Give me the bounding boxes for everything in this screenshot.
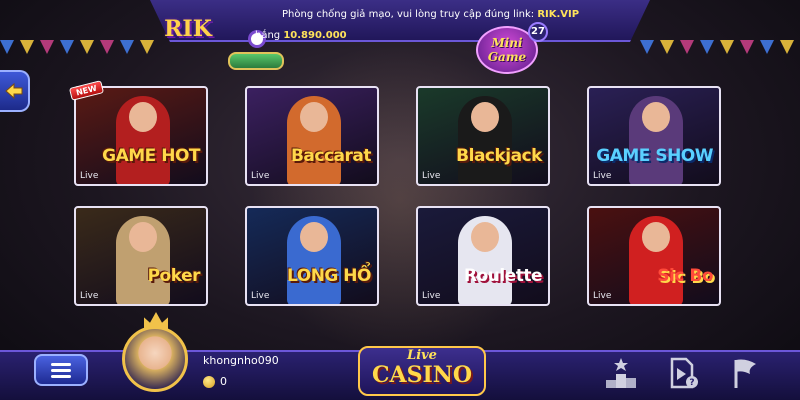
casino-live-label: Live bbox=[407, 348, 437, 363]
game-tile-roulette[interactable]: Roulette Live bbox=[416, 206, 550, 306]
notice-text: Phòng chống giả mạo, vui lòng truy cập đ… bbox=[282, 9, 538, 20]
history-button[interactable]: ? bbox=[666, 356, 700, 390]
avatar[interactable] bbox=[122, 326, 188, 392]
balance-value: 0 bbox=[220, 375, 227, 388]
dealer-image bbox=[629, 96, 683, 184]
svg-text:?: ? bbox=[689, 378, 694, 388]
game-name: Sic Bo bbox=[657, 266, 713, 286]
game-name: Blackjack bbox=[456, 146, 542, 166]
dealer-image bbox=[116, 216, 170, 304]
live-label: Live bbox=[593, 291, 612, 301]
live-label: Live bbox=[80, 291, 99, 301]
game-tile-baccarat[interactable]: Baccarat Live bbox=[245, 86, 379, 186]
back-arrow-icon bbox=[5, 82, 23, 100]
leaderboard-icon bbox=[606, 358, 636, 388]
anti-fake-notice: Phòng chống giả mạo, vui lòng truy cập đ… bbox=[282, 9, 579, 20]
mini-game-label-1: Mini bbox=[491, 36, 523, 50]
logo-badge bbox=[228, 52, 284, 70]
dealer-image bbox=[116, 96, 170, 184]
dealer-image bbox=[287, 96, 341, 184]
leaderboard-button[interactable] bbox=[604, 356, 638, 390]
dealer-image bbox=[458, 96, 512, 184]
casino-title: CASINO bbox=[371, 362, 473, 388]
logo-text: RIK bbox=[164, 16, 212, 42]
game-tile-game-show[interactable]: GAME SHOW Live bbox=[587, 86, 721, 186]
game-tile-poker[interactable]: Poker Live bbox=[74, 206, 208, 306]
username: khongnho090 bbox=[203, 354, 279, 367]
live-label: Live bbox=[251, 171, 270, 181]
live-label: Live bbox=[593, 171, 612, 181]
game-tile-long-ho[interactable]: LONG HỔ Live bbox=[245, 206, 379, 306]
jackpot-label: hắng bbox=[255, 30, 281, 41]
live-casino-badge: Live CASINO bbox=[358, 346, 486, 396]
game-name: Poker bbox=[147, 266, 201, 286]
notice-link[interactable]: RIK.VIP bbox=[537, 9, 579, 20]
menu-icon bbox=[51, 363, 71, 366]
live-label: Live bbox=[80, 171, 99, 181]
guide-button[interactable] bbox=[728, 356, 762, 390]
dragon-tiger-image bbox=[287, 216, 341, 304]
top-bar bbox=[150, 0, 650, 42]
bunting-left bbox=[0, 40, 154, 56]
game-name: GAME HOT bbox=[102, 146, 200, 166]
game-name: GAME SHOW bbox=[596, 146, 713, 166]
rik-logo[interactable]: RIK bbox=[158, 6, 218, 64]
game-tile-game-hot[interactable]: GAME HOT Live bbox=[74, 86, 208, 186]
jackpot-value: 10.890.000 bbox=[283, 30, 347, 41]
game-tile-blackjack[interactable]: Blackjack Live bbox=[416, 86, 550, 186]
guide-icon bbox=[734, 359, 756, 388]
live-label: Live bbox=[422, 291, 441, 301]
mini-game-label-2: Game bbox=[487, 50, 527, 64]
game-tile-sic-bo[interactable]: Sic Bo Live bbox=[587, 206, 721, 306]
game-name: Roulette bbox=[463, 266, 543, 286]
bunting-right bbox=[640, 40, 794, 56]
game-name: Baccarat bbox=[290, 146, 372, 166]
back-button[interactable] bbox=[0, 70, 30, 112]
menu-button[interactable] bbox=[34, 354, 88, 386]
history-icon: ? bbox=[670, 357, 698, 389]
live-label: Live bbox=[251, 291, 270, 301]
game-name: LONG HỔ bbox=[287, 266, 371, 286]
dealer-image bbox=[458, 216, 512, 304]
coin-icon bbox=[203, 376, 215, 388]
live-label: Live bbox=[422, 171, 441, 181]
mini-game-count-badge: 27 bbox=[528, 22, 548, 42]
dealer-image bbox=[629, 216, 683, 304]
jackpot-display: hắng 10.890.000 bbox=[255, 30, 347, 41]
